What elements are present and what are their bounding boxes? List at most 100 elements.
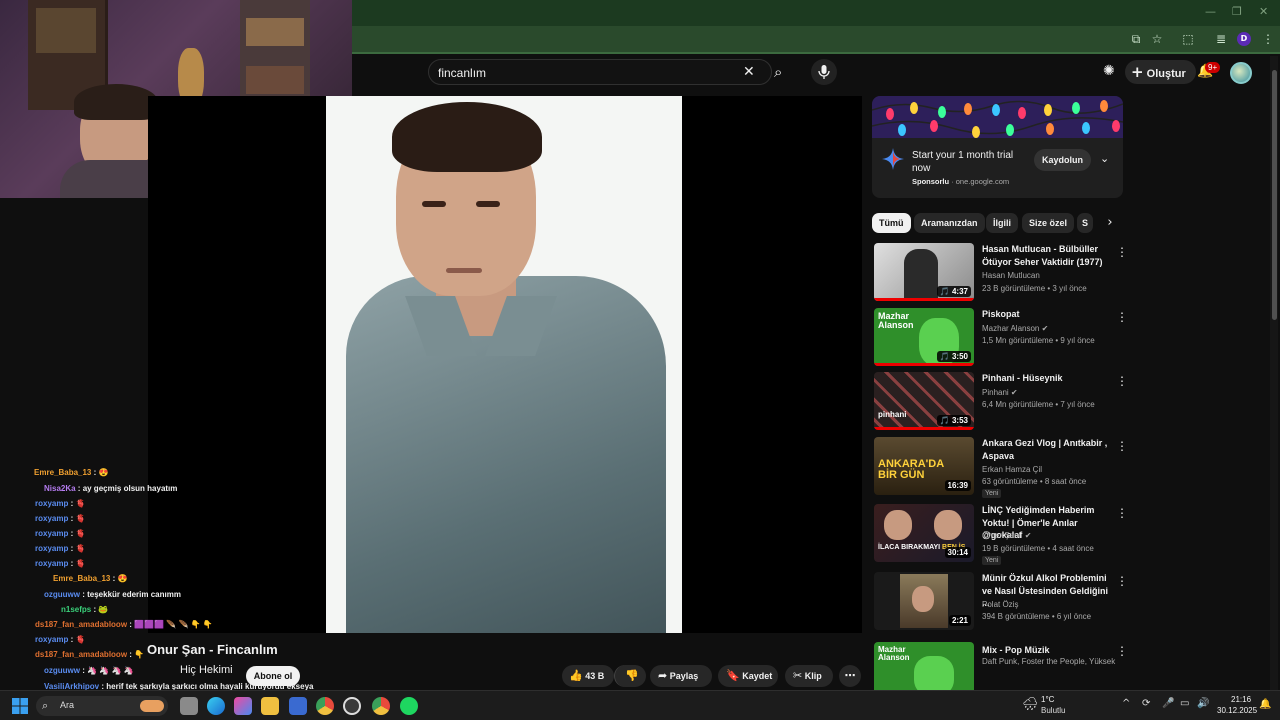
taskbar-search[interactable]: ⌕ Ara [36,696,168,716]
microsoft-store-icon[interactable] [289,697,307,715]
more-options-icon[interactable]: ⋮ [1116,506,1128,520]
ad-title[interactable]: Start your 1 month trial now [912,149,1024,175]
more-options-icon[interactable]: ⋮ [1116,374,1128,388]
recommendation-item[interactable]: ANKARA'DA BİR GÜN 16:39 Ankara Gezi Vlog … [872,437,1128,499]
recommendation-channel[interactable]: Ömer Şanlı ✔ [982,531,1031,540]
clear-search-icon[interactable]: ✕ [743,64,755,80]
file-explorer-icon[interactable] [261,697,279,715]
clip-button[interactable]: ✂ Klip [785,665,833,687]
clock-date[interactable]: 30.12.2025 [1217,706,1257,715]
new-badge: Yeni [982,489,1002,498]
weather-temperature: 1°C [1041,695,1055,704]
create-button[interactable]: + Oluştur [1125,60,1196,84]
recommendation-channel[interactable]: Hasan Mutlucan [982,271,1040,280]
recommendation-channel[interactable]: Polat Öziş [982,600,1018,609]
sponsored-ad[interactable]: Start your 1 month trial now Sponsorlu ·… [872,96,1123,198]
more-options-icon[interactable]: ⋮ [1116,245,1128,259]
weather-icon[interactable]: 🌧 [1022,696,1039,712]
chrome-icon[interactable] [316,697,334,715]
sync-icon[interactable]: ⟳ [1142,698,1150,709]
chevron-down-icon[interactable]: ⌄ [1100,152,1109,165]
video-thumbnail[interactable]: Mazhar Alanson 🎵 3:50 [874,308,974,366]
recommendation-title[interactable]: Ankara Gezi Vlog | Anıtkabir , Aspava [982,437,1112,462]
recommendation-channel[interactable]: Pinhani ✔ [982,388,1018,397]
chevron-right-icon[interactable]: › [1100,213,1120,233]
bookmark-star-icon[interactable]: ☆ [1150,32,1164,46]
recommendation-title[interactable]: Mix - Pop Müzik [982,644,1112,657]
browser-menu-icon[interactable]: ⋮ [1261,32,1275,46]
save-button[interactable]: 🔖 Kaydet [718,665,778,687]
cast-icon[interactable]: ⧉ [1129,32,1143,46]
channel-name[interactable]: Hiç Hekimi [180,664,233,676]
sparkle-icon[interactable]: ✺ [1103,63,1115,79]
clock-time[interactable]: 21:16 [1231,695,1251,704]
recommendation-item[interactable]: Mazhar Alanson Mix - Pop Müzik Daft Punk,… [872,640,1128,690]
profile-avatar[interactable]: D [1237,32,1251,46]
chip-related[interactable]: İlgili [986,213,1018,233]
video-thumbnail[interactable]: Mazhar Alanson [874,642,974,690]
chip-from-search[interactable]: Aramanızdan [914,213,985,233]
video-thumbnail[interactable]: 🎵 4:37 [874,243,974,301]
verified-icon: ✔ [1041,324,1049,333]
verified-icon: ✔ [1010,388,1018,397]
more-options-icon[interactable]: ⋮ [1116,644,1128,658]
chat-message: n1sefps : 🐸 [61,605,109,614]
search-input[interactable]: fincanlım [438,66,486,80]
subscribe-button[interactable]: Abone ol [246,666,300,686]
recommendation-channel[interactable]: Erkan Hamza Çil [982,465,1042,474]
recommendation-channel[interactable]: Mazhar Alanson ✔ [982,324,1048,333]
scrollbar-thumb[interactable] [1272,70,1277,320]
volume-icon[interactable]: 🔊 [1197,698,1209,709]
recommendation-title[interactable]: Pinhani - Hüseynik [982,372,1112,385]
video-thumbnail[interactable]: pinhani 🎵 3:53 [874,372,974,430]
close-window-button[interactable]: ✕ [1259,5,1268,18]
chip-all[interactable]: Tümü [872,213,911,233]
search-box[interactable]: fincanlım ✕ [428,59,772,85]
video-thumbnail[interactable]: İLACA BIRAKMAYI BEN İS 30:14 [874,504,974,562]
live-chat [0,198,148,690]
video-thumbnail[interactable]: 2:21 [874,572,974,630]
more-options-icon[interactable]: ⋮ [1116,574,1128,588]
recommendation-item[interactable]: Mazhar Alanson 🎵 3:50 Piskopat Mazhar Ala… [872,308,1128,370]
more-actions-button[interactable]: ⋯ [839,665,861,687]
maximize-button[interactable]: ❐ [1232,5,1242,18]
recommendation-meta: 19 B görüntüleme • 4 saat önce [982,544,1094,553]
share-button[interactable]: ➦ Paylaş [650,665,712,687]
obs-icon[interactable] [343,697,361,715]
user-avatar[interactable] [1230,62,1252,84]
edge-browser-icon[interactable] [207,697,225,715]
chrome-profile-icon[interactable] [372,697,390,715]
recommendation-item[interactable]: pinhani 🎵 3:53 Pinhani - Hüseynik Pinhan… [872,372,1128,434]
video-frame [326,96,682,633]
new-badge: Yeni [982,556,1002,565]
voice-search-button[interactable] [811,59,837,85]
network-icon[interactable]: ▭ [1180,698,1189,709]
more-options-icon[interactable]: ⋮ [1116,439,1128,453]
more-options-icon[interactable]: ⋮ [1116,310,1128,324]
search-icon[interactable]: ⌕ [774,63,782,81]
recommendation-item[interactable]: 🎵 4:37 Hasan Mutlucan - Bülbüller Ötüyor… [872,243,1128,305]
dislike-button[interactable]: 👎 [614,665,646,687]
recommendation-channel[interactable]: Daft Punk, Foster the People, Yüksek Sa.… [982,657,1118,666]
chip-more[interactable]: S [1077,213,1094,233]
recommendation-item[interactable]: 2:21 Münir Özkul Alkol Problemini ve Nas… [872,572,1128,634]
mic-tray-icon[interactable]: 🎤 [1162,698,1174,709]
extensions-icon[interactable]: ⬚ [1181,32,1195,46]
ad-signup-button[interactable]: Kaydolun [1034,149,1091,171]
chat-message: roxyamp : 🫀 [35,559,86,568]
recommendation-title[interactable]: Piskopat [982,308,1112,321]
tab-search-icon[interactable]: ≣ [1214,32,1228,46]
notifications-tray-icon[interactable]: 🔔 [1259,699,1271,710]
video-thumbnail[interactable]: ANKARA'DA BİR GÜN 16:39 [874,437,974,495]
ad-meta: Sponsorlu · one.google.com [912,177,1010,186]
spotify-icon[interactable] [400,697,418,715]
recommendation-title[interactable]: Hasan Mutlucan - Bülbüller Ötüyor Seher … [982,243,1112,268]
chip-for-you[interactable]: Size özel [1022,213,1075,233]
tray-chevron-icon[interactable]: ^ [1122,698,1130,709]
minimize-button[interactable]: — [1205,5,1216,18]
like-button[interactable]: 👍 43 B [562,665,614,687]
windows-start-icon[interactable] [12,698,28,714]
task-view-icon[interactable] [180,697,198,715]
recommendation-item[interactable]: İLACA BIRAKMAYI BEN İS 30:14 LİNÇ Yediği… [872,504,1128,566]
copilot-icon[interactable] [234,697,252,715]
